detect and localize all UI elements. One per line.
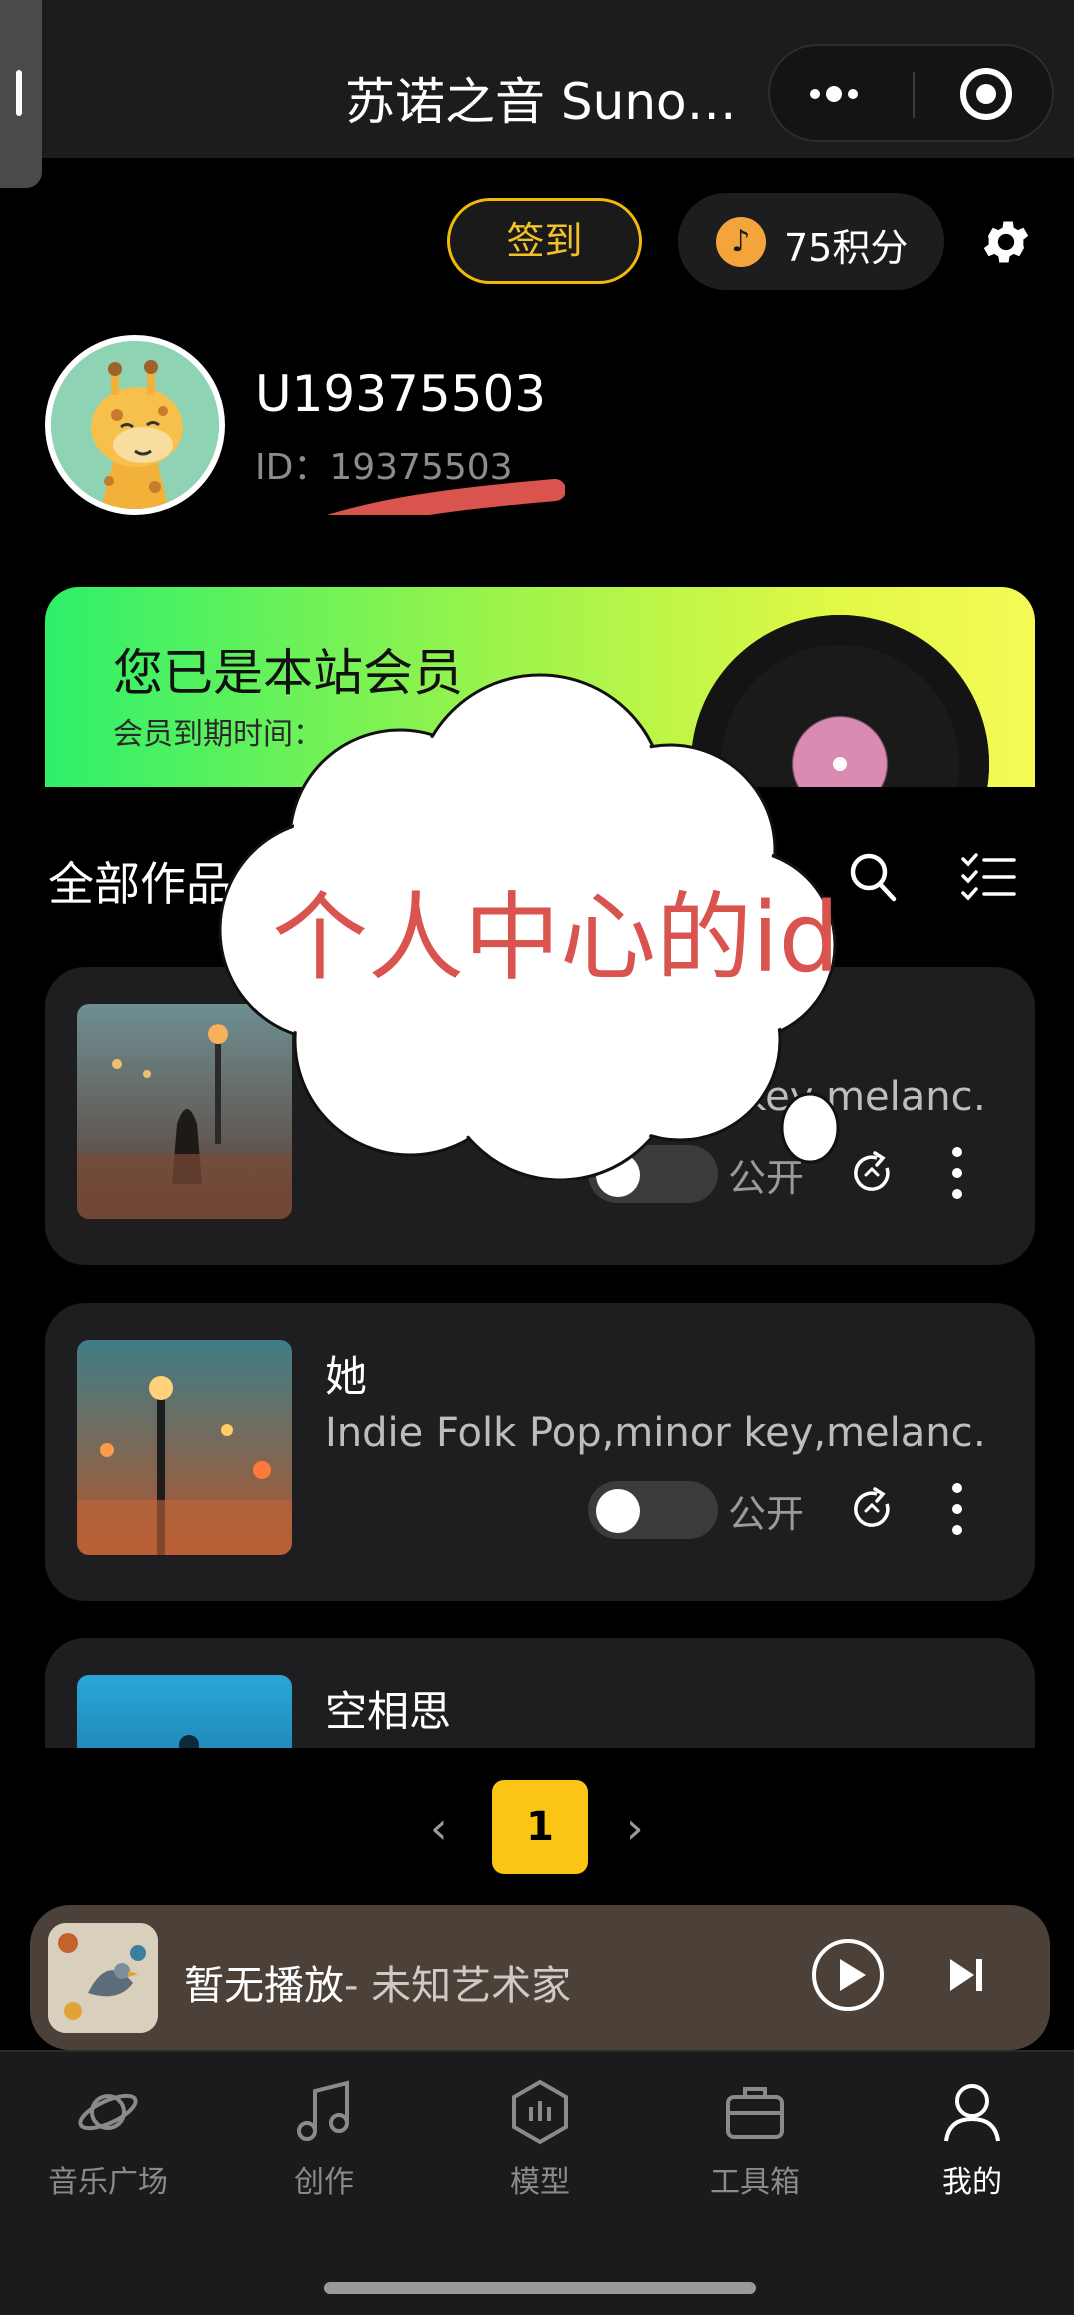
tab-mine[interactable]: 我的 (897, 2077, 1047, 2201)
song-title: 空相思 (325, 1687, 452, 1736)
public-label: 公开 (728, 1492, 805, 1536)
planet-icon (78, 2093, 138, 2131)
music-note-icon (297, 2080, 349, 2141)
song-cover (77, 1675, 292, 1748)
player-artist: - 未知艺术家 (344, 1963, 572, 2009)
more-vertical-icon[interactable] (945, 1483, 969, 1535)
song-card[interactable]: 她 Indie Folk Pop,minor key,melanc… 公开 (45, 1303, 1035, 1601)
user-icon (944, 2084, 1000, 2142)
player-cover (48, 1923, 158, 2033)
tab-toolbox[interactable]: 工具箱 (680, 2077, 830, 2201)
player-text: 暂无播放- 未知艺术家 (184, 1953, 571, 2011)
tab-create[interactable]: 创作 (249, 2077, 399, 2201)
more-vertical-icon[interactable] (945, 1147, 969, 1199)
tab-bar: 音乐广场 创作 模型 工具箱 我的 (0, 2050, 1074, 2315)
pager-prev[interactable]: ‹ (430, 1803, 448, 1854)
toolbox-icon (726, 2087, 784, 2139)
public-toggle[interactable] (588, 1481, 718, 1539)
refresh-icon[interactable] (849, 1486, 895, 1532)
hexagon-chart-icon (512, 2079, 568, 2145)
player-track-title: 暂无播放 (184, 1963, 344, 2009)
song-card[interactable]: 空相思 (45, 1638, 1035, 1748)
tab-label: 工具箱 (710, 2165, 800, 2200)
tab-music-plaza[interactable]: 音乐广场 (33, 2077, 183, 2201)
tab-label: 我的 (942, 2165, 1002, 2200)
song-desc: Indie Folk Pop,minor key,melanc… (325, 1410, 985, 1456)
skip-next-icon[interactable] (946, 1955, 986, 1995)
tab-label: 创作 (294, 2165, 354, 2200)
tab-label: 模型 (510, 2165, 570, 2200)
annotation-text: 个人中心的id (272, 882, 840, 994)
song-cover (77, 1340, 292, 1555)
play-icon[interactable] (812, 1939, 884, 2011)
song-title: 她 (325, 1352, 368, 1401)
mini-player[interactable]: 暂无播放- 未知艺术家 (30, 1905, 1050, 2050)
tab-label: 音乐广场 (48, 2165, 168, 2200)
tab-model[interactable]: 模型 (465, 2077, 615, 2201)
pager-current-page[interactable]: 1 (492, 1780, 588, 1874)
home-indicator (324, 2282, 756, 2294)
pager-next[interactable]: › (626, 1803, 644, 1854)
